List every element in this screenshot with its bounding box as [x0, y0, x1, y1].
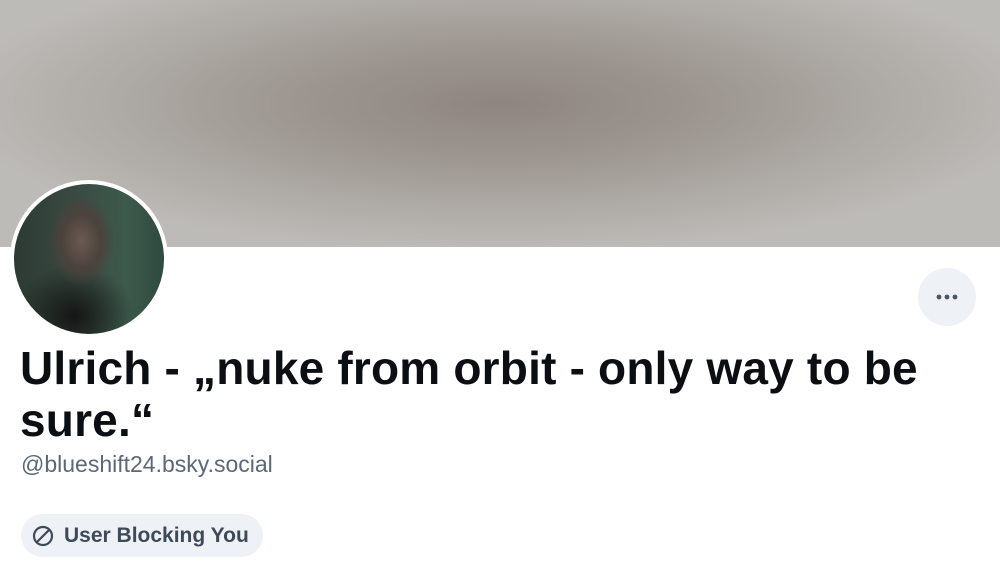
- blocking-status-label: User Blocking You: [64, 523, 249, 547]
- more-horizontal-icon: [936, 294, 958, 300]
- avatar-ring: [10, 180, 168, 338]
- profile-page: Ulrich - „nuke from orbit - only way to …: [0, 0, 1000, 566]
- profile-handle: @blueshift24.bsky.social: [21, 451, 273, 477]
- circle-slash-icon: [32, 525, 54, 547]
- avatar[interactable]: [14, 184, 164, 334]
- display-name: Ulrich - „nuke from orbit - only way to …: [20, 342, 918, 446]
- blocking-status-badge: User Blocking You: [21, 514, 263, 557]
- more-options-button[interactable]: [918, 268, 976, 326]
